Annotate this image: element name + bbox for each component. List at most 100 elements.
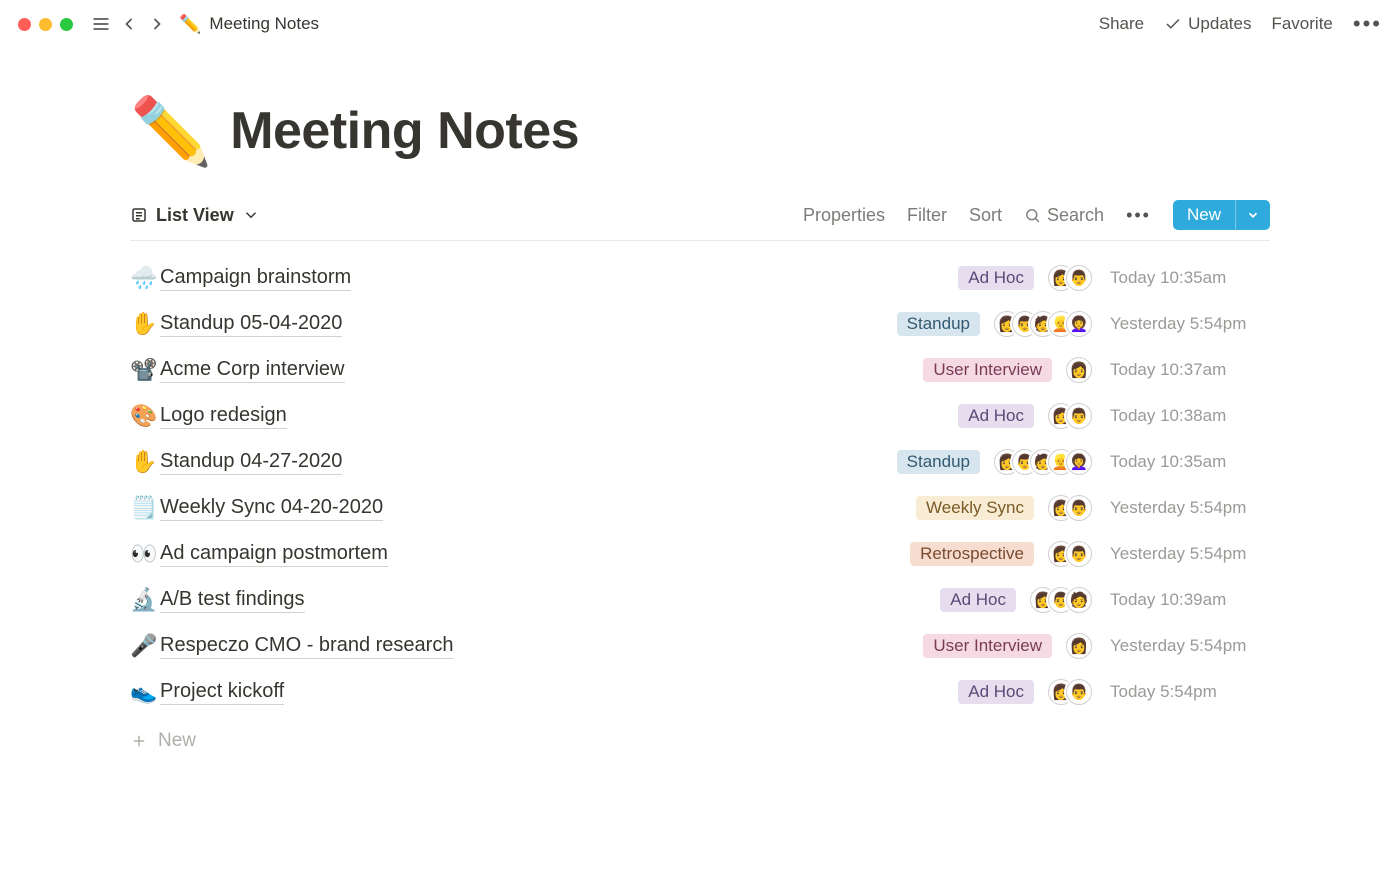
sidebar-toggle-button[interactable] (87, 10, 115, 38)
breadcrumb[interactable]: ✏️ Meeting Notes (179, 14, 319, 35)
plus-icon (130, 732, 148, 750)
row-tag: Retrospective (910, 542, 1034, 566)
list-item[interactable]: ✋Standup 04-27-2020 Standup 👩👨🧑👱👩‍🦱 Today 1… (130, 439, 1270, 485)
favorite-button[interactable]: Favorite (1271, 14, 1332, 34)
list-item[interactable]: ✋Standup 05-04-2020 Standup 👩👨🧑👱👩‍🦱 Yesterd… (130, 301, 1270, 347)
row-title: A/B test findings (160, 588, 305, 613)
row-tag: User Interview (923, 634, 1052, 658)
row-timestamp: Today 10:35am (1110, 268, 1270, 288)
search-button[interactable]: Search (1024, 205, 1104, 226)
page-title[interactable]: Meeting Notes (230, 101, 579, 161)
maximize-window-button[interactable] (60, 18, 73, 31)
topbar: ✏️ Meeting Notes Share Updates Favorite … (0, 0, 1400, 48)
row-timestamp: Yesterday 5:54pm (1110, 544, 1270, 564)
row-emoji-icon: ✋ (130, 311, 160, 337)
row-emoji-icon: 🔬 (130, 587, 160, 613)
more-menu-button[interactable]: ••• (1353, 11, 1382, 37)
updates-label: Updates (1188, 14, 1251, 34)
row-avatars: 👩👨🧑👱👩‍🦱 (994, 449, 1092, 475)
top-actions: Share Updates Favorite ••• (1099, 11, 1382, 37)
row-emoji-icon: 🗒️ (130, 495, 160, 521)
row-timestamp: Yesterday 5:54pm (1110, 636, 1270, 656)
row-emoji-icon: 📽️ (130, 357, 160, 383)
row-avatars: 👩👨 (1048, 495, 1092, 521)
row-title: Standup 04-27-2020 (160, 450, 342, 475)
share-button[interactable]: Share (1099, 14, 1144, 34)
avatar: 👩‍🦱 (1066, 311, 1092, 337)
row-emoji-icon: 🌧️ (130, 265, 160, 291)
row-tag: Standup (897, 450, 980, 474)
add-new-row[interactable]: New (130, 719, 1270, 763)
row-emoji-icon: 👀 (130, 541, 160, 567)
database-toolbar: List View Properties Filter Sort Search … (130, 200, 1270, 241)
breadcrumb-title: Meeting Notes (209, 14, 319, 34)
new-button[interactable]: New (1173, 200, 1270, 230)
list-item[interactable]: 🎨Logo redesign Ad Hoc 👩👨 Today 10:38am (130, 393, 1270, 439)
row-emoji-icon: ✋ (130, 449, 160, 475)
row-title: Weekly Sync 04-20-2020 (160, 496, 383, 521)
page-header: ✏️ Meeting Notes (130, 98, 1270, 164)
avatar: 👩 (1066, 357, 1092, 383)
new-button-dropdown[interactable] (1235, 200, 1270, 230)
page-emoji[interactable]: ✏️ (130, 98, 212, 164)
new-button-label: New (1173, 200, 1235, 230)
row-tag: Ad Hoc (940, 588, 1016, 612)
properties-button[interactable]: Properties (803, 205, 885, 226)
window-controls (18, 18, 73, 31)
close-window-button[interactable] (18, 18, 31, 31)
avatar: 👨 (1066, 403, 1092, 429)
avatar: 👩‍🦱 (1066, 449, 1092, 475)
row-emoji-icon: 🎨 (130, 403, 160, 429)
row-timestamp: Today 10:39am (1110, 590, 1270, 610)
row-title: Acme Corp interview (160, 358, 345, 383)
chevron-down-icon (242, 206, 260, 224)
row-emoji-icon: 👟 (130, 679, 160, 705)
page-content: ✏️ Meeting Notes List View Properties Fi… (0, 48, 1400, 763)
list-item[interactable]: 🌧️Campaign brainstormAd Hoc👩👨Today 10:35… (130, 255, 1270, 301)
list-item[interactable]: 👟Project kickoff Ad Hoc 👩👨 Today 5:54pm (130, 669, 1270, 715)
view-switcher[interactable]: List View (130, 205, 260, 226)
breadcrumb-icon: ✏️ (179, 14, 201, 35)
row-avatars: 👩 (1066, 633, 1092, 659)
back-button[interactable] (115, 10, 143, 38)
avatar: 🧑 (1066, 587, 1092, 613)
row-tag: Standup (897, 312, 980, 336)
avatar: 👨 (1066, 541, 1092, 567)
row-avatars: 👩👨 (1048, 679, 1092, 705)
row-avatars: 👩👨🧑👱👩‍🦱 (994, 311, 1092, 337)
search-icon (1024, 207, 1041, 224)
forward-button[interactable] (143, 10, 171, 38)
updates-button[interactable]: Updates (1164, 14, 1251, 34)
toolbar-more-button[interactable]: ••• (1126, 205, 1151, 226)
sort-button[interactable]: Sort (969, 205, 1002, 226)
row-timestamp: Today 10:38am (1110, 406, 1270, 426)
minimize-window-button[interactable] (39, 18, 52, 31)
row-title: Project kickoff (160, 680, 284, 705)
notes-list: 🌧️Campaign brainstormAd Hoc👩👨Today 10:35… (130, 255, 1270, 715)
view-label: List View (156, 205, 234, 226)
row-timestamp: Yesterday 5:54pm (1110, 498, 1270, 518)
row-timestamp: Yesterday 5:54pm (1110, 314, 1270, 334)
filter-button[interactable]: Filter (907, 205, 947, 226)
list-item[interactable]: 👀Ad campaign postmortemRetrospective👩👨Ye… (130, 531, 1270, 577)
new-row-label: New (158, 730, 196, 752)
list-item[interactable]: 🎤Respeczo CMO - brand researchUser Inter… (130, 623, 1270, 669)
chevron-down-icon (1246, 208, 1260, 222)
avatar: 👨 (1066, 265, 1092, 291)
list-item[interactable]: 📽️Acme Corp interviewUser Interview👩Toda… (130, 347, 1270, 393)
row-title: Standup 05-04-2020 (160, 312, 342, 337)
row-avatars: 👩 (1066, 357, 1092, 383)
row-avatars: 👩👨 (1048, 403, 1092, 429)
row-tag: Weekly Sync (916, 496, 1034, 520)
list-item[interactable]: 🔬A/B test findingsAd Hoc👩👨🧑Today 10:39am (130, 577, 1270, 623)
row-tag: Ad Hoc (958, 680, 1034, 704)
row-timestamp: Today 10:35am (1110, 452, 1270, 472)
row-tag: User Interview (923, 358, 1052, 382)
row-tag: Ad Hoc (958, 404, 1034, 428)
row-title: Logo redesign (160, 404, 287, 429)
avatar: 👩 (1066, 633, 1092, 659)
row-emoji-icon: 🎤 (130, 633, 160, 659)
list-item[interactable]: 🗒️Weekly Sync 04-20-2020 Weekly Sync 👩👨 Yes… (130, 485, 1270, 531)
row-tag: Ad Hoc (958, 266, 1034, 290)
row-timestamp: Today 5:54pm (1110, 682, 1270, 702)
